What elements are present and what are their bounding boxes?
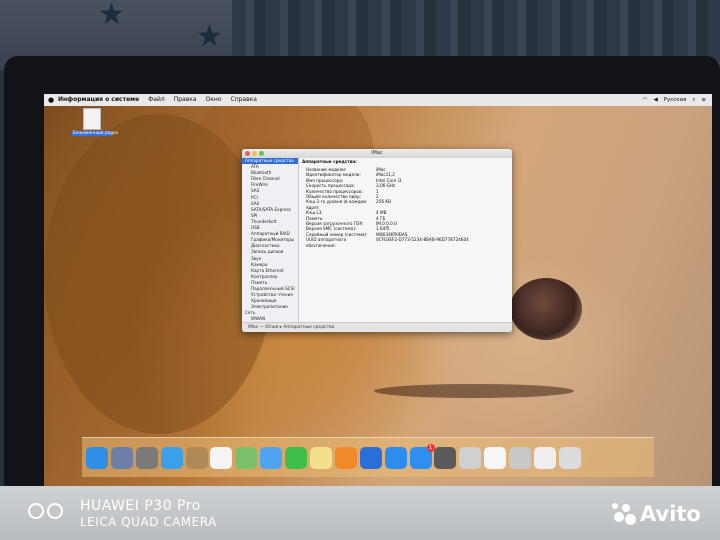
contacts-icon[interactable] bbox=[185, 446, 208, 469]
photo-viewer-icon[interactable] bbox=[110, 446, 133, 469]
trash-icon[interactable] bbox=[558, 446, 581, 469]
search-icon[interactable]: ⌕ bbox=[692, 94, 695, 106]
sidebar: Аппаратные средства ATA Bluetooth Fibre Cha… bbox=[242, 158, 299, 323]
menu-icon[interactable]: ≡ bbox=[701, 94, 706, 106]
close-icon[interactable] bbox=[245, 151, 250, 156]
overview-value: 0CF03EF2-D773-5234-8BAB-96D778724604 bbox=[376, 237, 469, 243]
menu-window[interactable]: Окно bbox=[206, 94, 222, 106]
bluetooth-icon[interactable] bbox=[359, 446, 382, 469]
path-bar: iMac — Юлия ▸ Аппаратные средства bbox=[242, 322, 512, 332]
apple-icon[interactable]: ● bbox=[44, 94, 58, 106]
lion-nose bbox=[510, 278, 582, 340]
utility-icon[interactable] bbox=[459, 446, 482, 469]
launchpad-icon[interactable] bbox=[135, 446, 158, 469]
desktop-file-label: Безымянный.pages bbox=[72, 131, 119, 136]
menu-help[interactable]: Справка bbox=[231, 94, 257, 106]
finder-icon[interactable] bbox=[86, 446, 108, 469]
curtain bbox=[232, 0, 720, 62]
zoom-icon[interactable] bbox=[259, 151, 264, 156]
overview-panel: Аппаратные средства: Название модели: iMa… bbox=[302, 159, 508, 248]
document-icon[interactable] bbox=[534, 446, 557, 469]
overview-row: UUID аппаратного обеспечения: 0CF03EF2-D7… bbox=[302, 237, 508, 248]
lion-mouth bbox=[374, 384, 574, 398]
overview-value: 256 KB bbox=[376, 199, 391, 205]
reminders-icon[interactable] bbox=[210, 446, 233, 469]
wifi-icon[interactable]: ◠ bbox=[643, 94, 648, 106]
system-info-window: iMac Аппаратные средства ATA Bluetooth Fibr… bbox=[242, 149, 512, 332]
overview-heading: Аппаратные средства: bbox=[302, 159, 357, 164]
menu-bar: ● Информация о системе Файл Правка Окно … bbox=[44, 94, 712, 106]
avito-logo-icon bbox=[612, 503, 636, 525]
zoom-icon[interactable] bbox=[384, 446, 407, 469]
books-icon[interactable] bbox=[334, 446, 357, 469]
camera-brand-line1: HUAWEI P30 Pro bbox=[80, 498, 201, 514]
menu-edit[interactable]: Правка bbox=[174, 94, 197, 106]
dock: 1 bbox=[82, 437, 654, 477]
script-icon[interactable] bbox=[509, 446, 532, 469]
input-source[interactable]: Русская bbox=[664, 94, 687, 106]
maps-icon[interactable] bbox=[235, 446, 258, 469]
window-titlebar[interactable]: iMac bbox=[242, 149, 512, 158]
screen: ● Информация о системе Файл Правка Окно … bbox=[44, 94, 712, 486]
star-icon: ★ bbox=[98, 0, 125, 32]
volume-icon[interactable]: ◀ bbox=[653, 94, 657, 106]
document-icon bbox=[83, 108, 101, 130]
status-area: ◠ ◀ Русская ⌕ ≡ bbox=[643, 94, 706, 106]
sidebar-item[interactable]: SATA/SATA Express bbox=[242, 207, 298, 213]
avito-watermark: Avito bbox=[612, 502, 701, 526]
notes-icon[interactable] bbox=[310, 446, 333, 469]
app-store-icon[interactable]: 1 bbox=[409, 443, 435, 469]
star-icon: ★ bbox=[196, 19, 223, 54]
avito-text: Avito bbox=[640, 502, 701, 526]
overview-key: Кэш 2-го уровня (в каждом ядре): bbox=[306, 199, 367, 210]
camera-logo bbox=[28, 503, 63, 519]
menu-file[interactable]: Файл bbox=[148, 94, 165, 106]
system-preferences-icon[interactable] bbox=[434, 446, 457, 469]
overview-row: Кэш 2-го уровня (в каждом ядре): 256 KB bbox=[302, 199, 508, 210]
music-icon[interactable] bbox=[484, 446, 507, 469]
facetime-icon[interactable] bbox=[285, 446, 308, 469]
overview-key: UUID аппаратного обеспечения: bbox=[306, 237, 347, 248]
desktop-file[interactable]: Безымянный.pages bbox=[72, 108, 119, 136]
messages-icon[interactable] bbox=[260, 446, 283, 469]
overview-value: 3,06 GHz bbox=[376, 183, 396, 189]
notification-badge: 1 bbox=[426, 443, 435, 452]
safari-icon[interactable] bbox=[160, 446, 183, 469]
camera-brand-line2: LEICA QUAD CAMERA bbox=[80, 515, 217, 529]
menu-app-name[interactable]: Информация о системе bbox=[58, 94, 139, 106]
minimize-icon[interactable] bbox=[252, 151, 257, 156]
window-title: iMac bbox=[371, 150, 383, 156]
